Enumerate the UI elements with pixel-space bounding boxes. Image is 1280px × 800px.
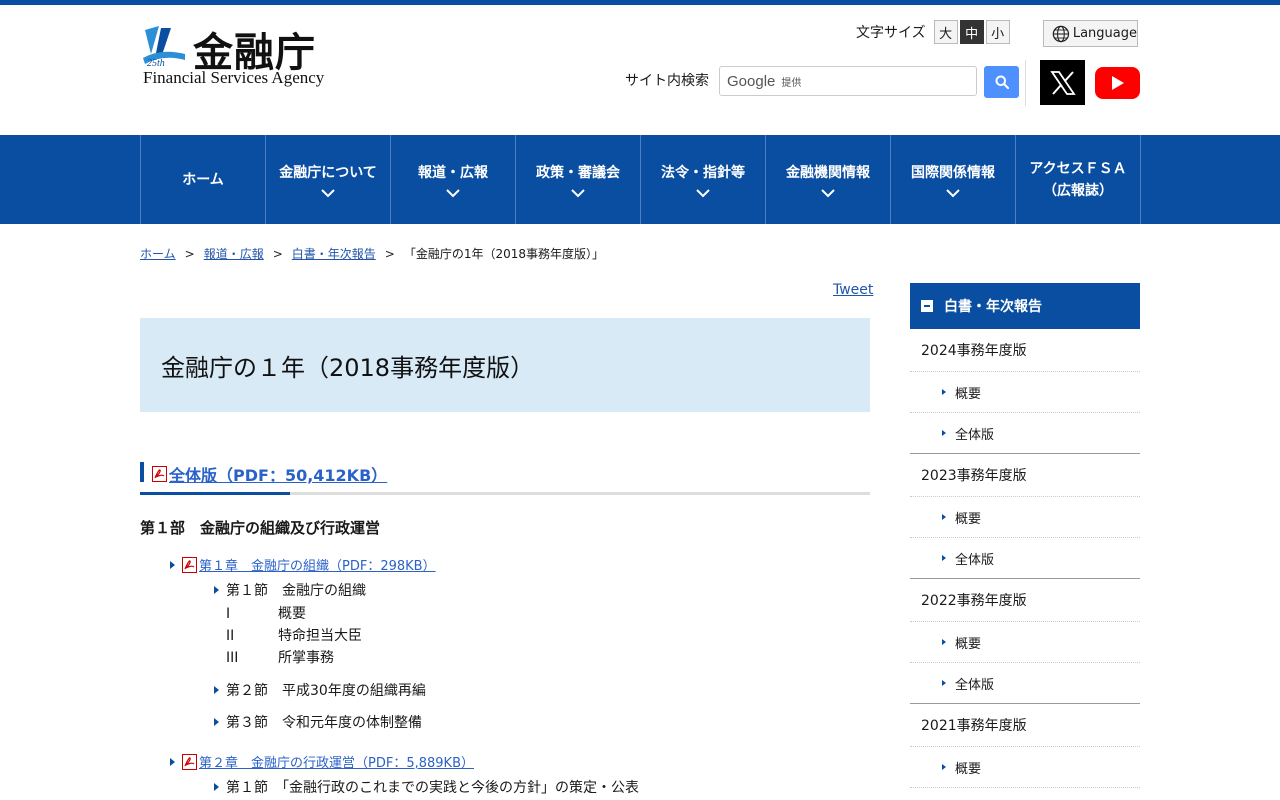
bullet-arrow-icon [214,783,219,791]
nav-item-press[interactable]: 報道・広報 [391,135,516,224]
bullet-arrow-icon [214,586,219,594]
full-version-pdf-link[interactable]: 全体版（PDF：50,412KB） [152,462,387,486]
chapter1-sub-item: III 所掌事務 [226,650,334,666]
collapse-icon [921,300,933,312]
chapter1-section1: 第１節 金融庁の組織 [214,580,366,600]
chevron-down-icon [696,188,710,197]
chapter1-pdf-link[interactable]: 第１章 金融庁の組織（PDF：298KB） [170,555,436,574]
nav-item-laws[interactable]: 法令・指針等 [641,135,766,224]
sidebar-year-2024[interactable]: 2024事務年度版 [910,329,1140,372]
language-button[interactable]: Language [1043,20,1138,47]
sidebar-item-2023-summary[interactable]: 概要 [910,497,1140,538]
font-size-small-button[interactable]: 小 [985,20,1010,44]
chapter1-section2: 第２節 平成30年度の組織再編 [214,680,426,700]
font-size-control: 文字サイズ 大 中 小 [856,20,1010,44]
chapter1-section3: 第３節 令和元年度の体制整備 [214,712,422,732]
globe-icon [1052,25,1070,42]
header-divider [1025,60,1026,106]
bullet-arrow-icon [942,514,946,520]
nav-item-home[interactable]: ホーム [141,135,266,224]
breadcrumb-annual-reports[interactable]: 白書・年次報告 [292,245,376,262]
chevron-down-icon [946,188,960,197]
breadcrumb-press[interactable]: 報道・広報 [204,245,264,262]
chapter2-pdf-link[interactable]: 第２章 金融庁の行政運営（PDF：5,889KB） [170,752,474,771]
sidebar-item-2024-full[interactable]: 全体版 [910,413,1140,454]
youtube-play-icon [1111,76,1124,90]
site-search-label: サイト内検索 [625,73,709,89]
breadcrumb-home[interactable]: ホーム [140,245,176,262]
sidebar-item-2024-summary[interactable]: 概要 [910,372,1140,413]
youtube-link[interactable] [1095,67,1140,99]
search-button[interactable] [984,66,1019,98]
global-nav: ホーム 金融庁について 報道・広報 政策・審議会 法令・指針等 金融機関情報 国… [0,135,1280,224]
bullet-arrow-icon [942,430,946,436]
bullet-arrow-icon [214,718,219,726]
page-title: 金融庁の１年（2018事務年度版） [161,353,535,382]
x-logo-icon [1049,70,1076,95]
full-version-heading: 全体版（PDF：50,412KB） [140,462,870,495]
sidebar-heading[interactable]: 白書・年次報告 [910,283,1140,329]
pdf-icon [182,556,197,573]
bullet-arrow-icon [214,686,219,694]
bullet-arrow-icon [942,680,946,686]
breadcrumb: ホーム > 報道・広報 > 白書・年次報告 > 「金融庁の1年（2018事務年度… [140,245,605,262]
search-input[interactable]: Google 提供 [719,66,977,96]
nav-item-international[interactable]: 国際関係情報 [891,135,1016,224]
sidebar-item-2021-summary[interactable]: 概要 [910,747,1140,788]
page-title-box: 金融庁の１年（2018事務年度版） [140,318,870,412]
chevron-down-icon [321,188,335,197]
sidebar-year-2023[interactable]: 2023事務年度版 [910,454,1140,497]
font-size-large-button[interactable]: 大 [933,20,958,44]
chapter1-sub-item: I 概要 [226,606,306,622]
pdf-icon [152,466,167,482]
sidebar-item-2022-full[interactable]: 全体版 [910,663,1140,704]
sidebar: 白書・年次報告 2024事務年度版 概要 全体版 2023事務年度版 概要 全体… [910,283,1140,788]
font-size-label: 文字サイズ [856,25,926,41]
chevron-down-icon [571,188,585,197]
chevron-down-icon [821,188,835,197]
top-accent-bar [0,0,1280,5]
font-size-medium-button[interactable]: 中 [959,20,984,44]
x-twitter-link[interactable] [1040,60,1085,105]
language-label: Language [1072,26,1137,41]
logo-title-en: Financial Services Agency [143,68,325,87]
sidebar-year-2022[interactable]: 2022事務年度版 [910,579,1140,622]
nav-item-policy[interactable]: 政策・審議会 [516,135,641,224]
part1-title: 第１部 金融庁の組織及び行政運営 [140,519,381,537]
bullet-arrow-icon [942,639,946,645]
tweet-link[interactable]: Tweet [833,282,873,298]
search-icon [995,75,1009,89]
nav-item-access-fsa[interactable]: アクセスＦＳＡ （広報誌） [1016,135,1141,224]
pdf-icon [182,753,197,770]
breadcrumb-current: 「金融庁の1年（2018事務年度版）」 [403,247,605,261]
sidebar-year-2021[interactable]: 2021事務年度版 [910,704,1140,747]
bullet-arrow-icon [942,555,946,561]
google-provided-text: 提供 [781,77,802,89]
chapter2-section1: 第１節 「金融行政のこれまでの実践と今後の方針」の策定・公表 [214,777,639,797]
google-watermark: Google [727,72,776,90]
svg-text:25th: 25th [147,58,165,68]
chapter1-sub-item: II 特命担当大臣 [226,628,362,644]
bullet-arrow-icon [170,757,175,766]
nav-item-institutions[interactable]: 金融機関情報 [766,135,891,224]
bullet-arrow-icon [942,764,946,770]
fsa-logo[interactable]: 25th 金融庁 Financial Services Agency [141,22,341,92]
sidebar-item-2022-summary[interactable]: 概要 [910,622,1140,663]
sidebar-item-2023-full[interactable]: 全体版 [910,538,1140,579]
bullet-arrow-icon [170,560,175,569]
bullet-arrow-icon [942,389,946,395]
fsa-emblem-icon: 25th [143,26,185,68]
nav-item-about[interactable]: 金融庁について [266,135,391,224]
chevron-down-icon [446,188,460,197]
